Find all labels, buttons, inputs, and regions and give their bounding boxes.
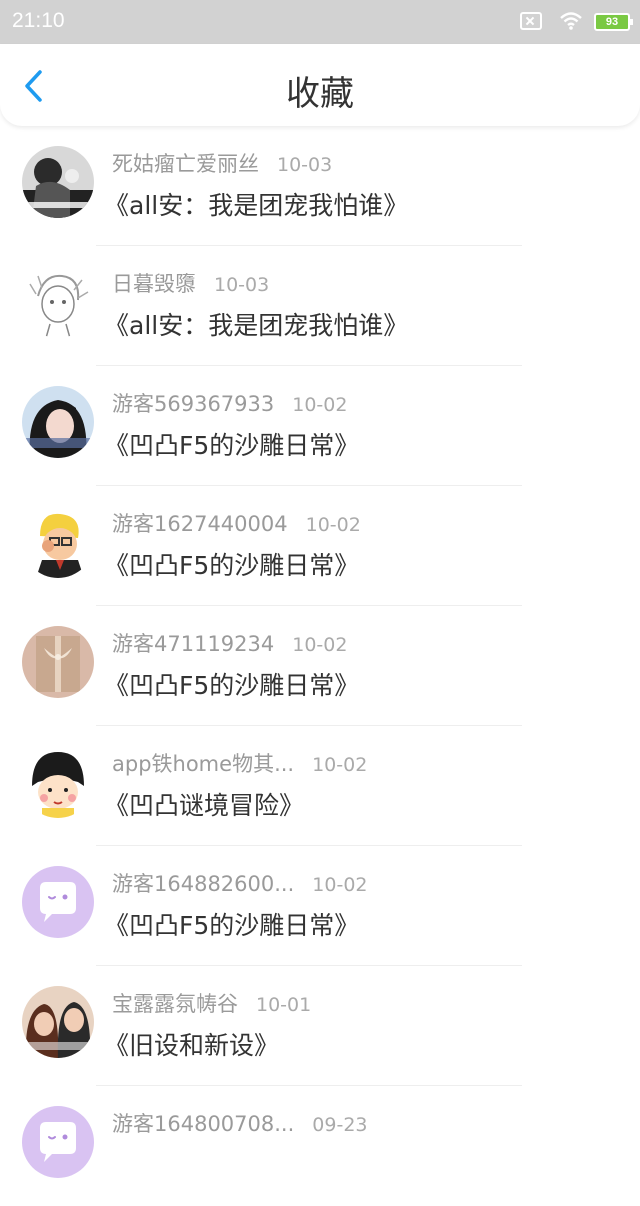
item-title[interactable]: 《凹凸谜境冒险》 [104, 786, 304, 822]
item-meta: 游客471119234 10-02 [112, 628, 347, 658]
list-item[interactable]: 游客569367933 10-02 《凹凸F5的沙雕日常》 [0, 366, 640, 486]
list-item[interactable]: 死姑瘤亡爱丽丝 10-03 《all安：我是团宠我怕谁》 [0, 126, 640, 246]
avatar[interactable] [22, 1106, 94, 1178]
cartoon-blond-avatar [22, 506, 94, 578]
item-title[interactable]: 《all安：我是团宠我怕谁》 [104, 306, 408, 342]
item-author: 游客1627440004 [112, 512, 288, 536]
girl-photo-avatar [22, 386, 94, 458]
item-title[interactable]: 《凹凸F5的沙雕日常》 [104, 546, 359, 582]
item-author: 宝露露氛帱谷 [112, 992, 238, 1016]
default-chat-avatar [22, 1106, 94, 1178]
avatar[interactable] [22, 146, 94, 218]
list-item[interactable]: 游客1627440004 10-02 《凹凸F5的沙雕日常》 [0, 486, 640, 606]
item-title[interactable]: 《旧设和新设》 [104, 1026, 279, 1062]
list-item[interactable]: 宝露露氛帱谷 10-01 《旧设和新设》 [0, 966, 640, 1086]
list-item[interactable]: 日暮毁隳 10-03 《all安：我是团宠我怕谁》 [0, 246, 640, 366]
no-sim-icon [520, 12, 542, 30]
bw-photo-avatar [22, 146, 94, 218]
item-date: 10-02 [292, 394, 348, 416]
avatar[interactable] [22, 626, 94, 698]
item-meta: 游客164800708... 09-23 [112, 1108, 368, 1138]
favorites-list: 死姑瘤亡爱丽丝 10-03 《all安：我是团宠我怕谁》 日暮毁隳 10-03 《a… [0, 126, 640, 1206]
item-date: 10-03 [277, 154, 333, 176]
item-author: 游客164800708... [112, 1112, 295, 1136]
item-meta: 死姑瘤亡爱丽丝 10-03 [112, 148, 332, 178]
header: 收藏 [0, 44, 640, 126]
list-item[interactable]: 游客471119234 10-02 《凹凸F5的沙雕日常》 [0, 606, 640, 726]
item-date: 10-02 [292, 634, 348, 656]
item-author: 游客569367933 [112, 392, 275, 416]
item-meta: 游客1627440004 10-02 [112, 508, 361, 538]
default-chat-avatar [22, 866, 94, 938]
item-author: 游客471119234 [112, 632, 275, 656]
status-bar: 21:10 93 [0, 0, 640, 44]
item-meta: app铁home物其... 10-02 [112, 748, 367, 778]
item-title[interactable]: 《all安：我是团宠我怕谁》 [104, 186, 408, 222]
item-author: app铁home物其... [112, 752, 295, 776]
item-date: 09-23 [312, 1114, 368, 1136]
avatar[interactable] [22, 506, 94, 578]
item-meta: 游客569367933 10-02 [112, 388, 347, 418]
avatar[interactable] [22, 266, 94, 338]
couple-photo-avatar [22, 986, 94, 1058]
item-title[interactable]: 《凹凸F5的沙雕日常》 [104, 666, 359, 702]
item-date: 10-03 [214, 274, 270, 296]
maruko-avatar [22, 746, 94, 818]
item-meta: 日暮毁隳 10-03 [112, 268, 269, 298]
ribbon-photo-avatar [22, 626, 94, 698]
item-date: 10-02 [312, 754, 368, 776]
item-meta: 宝露露氛帱谷 10-01 [112, 988, 311, 1018]
item-author: 死姑瘤亡爱丽丝 [112, 152, 259, 176]
avatar[interactable] [22, 386, 94, 458]
battery-icon: 93 [594, 13, 633, 31]
avatar[interactable] [22, 986, 94, 1058]
item-author: 日暮毁隳 [112, 272, 196, 296]
status-time: 21:10 [12, 9, 65, 32]
sketch-avatar [22, 266, 94, 338]
item-title[interactable]: 《凹凸F5的沙雕日常》 [104, 906, 359, 942]
list-item[interactable]: 游客164800708... 09-23 [0, 1086, 640, 1206]
avatar[interactable] [22, 866, 94, 938]
list-item[interactable]: app铁home物其... 10-02 《凹凸谜境冒险》 [0, 726, 640, 846]
item-meta: 游客164882600... 10-02 [112, 868, 368, 898]
avatar[interactable] [22, 746, 94, 818]
wifi-icon [560, 12, 582, 30]
list-item[interactable]: 游客164882600... 10-02 《凹凸F5的沙雕日常》 [0, 846, 640, 966]
item-title[interactable]: 《凹凸F5的沙雕日常》 [104, 426, 359, 462]
page-title: 收藏 [286, 74, 354, 114]
item-author: 游客164882600... [112, 872, 295, 896]
item-date: 10-01 [256, 994, 312, 1016]
item-date: 10-02 [305, 514, 361, 536]
item-date: 10-02 [312, 874, 368, 896]
